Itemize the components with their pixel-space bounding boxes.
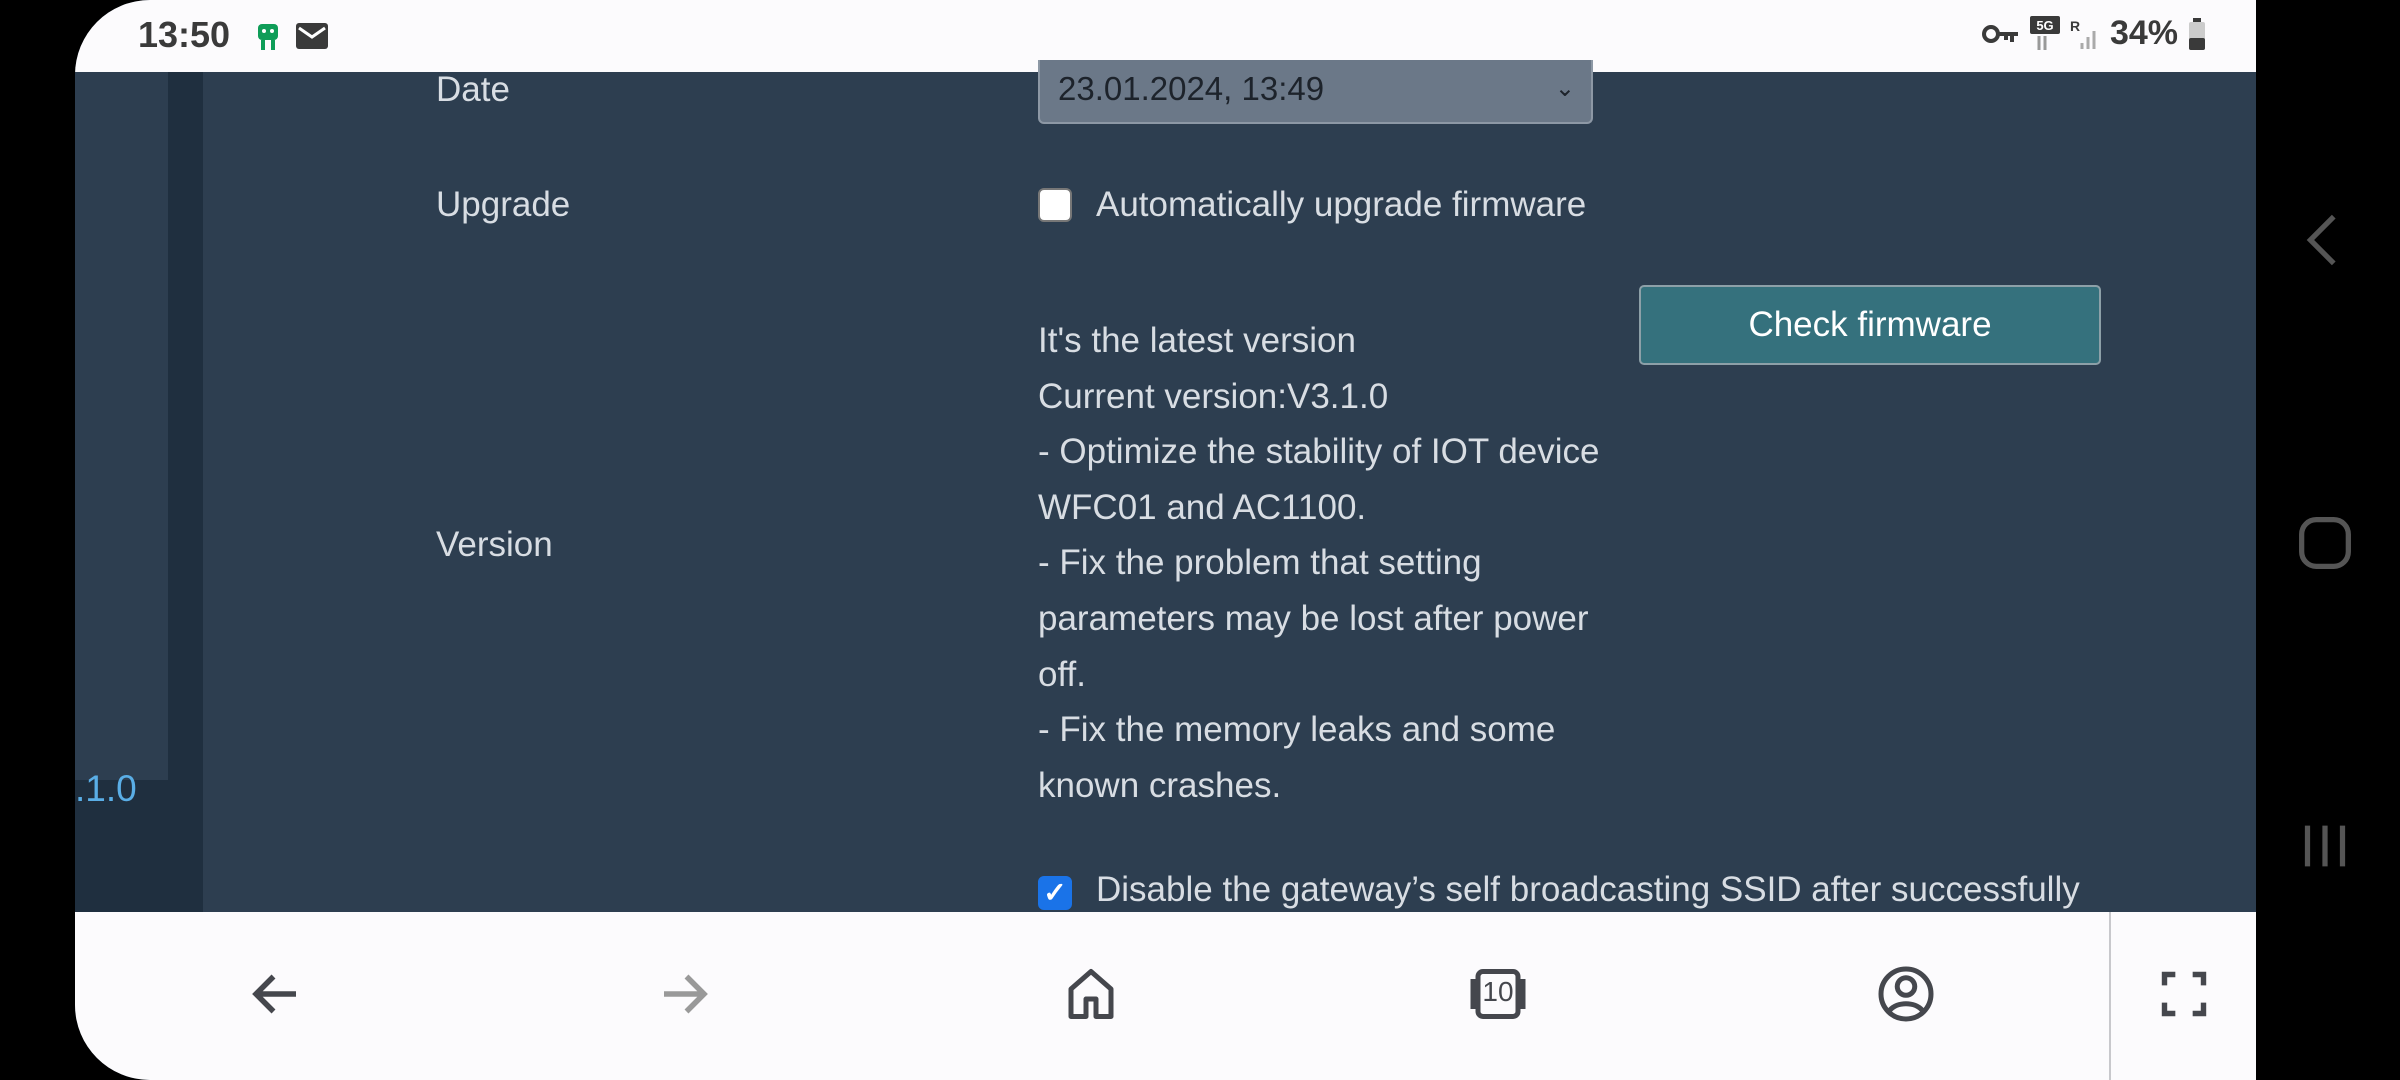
- system-recents-icon[interactable]: [2290, 811, 2360, 881]
- battery-percent: 34%: [2109, 14, 2178, 52]
- version-line: - Fix the memory leaks and some: [1038, 710, 1556, 750]
- version-notes: It's the latest version Current version:…: [1038, 313, 1638, 813]
- forward-arrow-icon[interactable]: [654, 964, 714, 1024]
- system-back-icon[interactable]: [2290, 205, 2360, 275]
- svg-text:5G: 5G: [2036, 18, 2053, 33]
- system-home-icon[interactable]: [2290, 508, 2360, 578]
- tab-count: 10: [1482, 976, 1514, 1007]
- signal-icon: R: [2070, 18, 2096, 49]
- disable-ssid-checkbox[interactable]: ✓: [1038, 876, 1072, 910]
- svg-text:R: R: [2070, 18, 2080, 34]
- chevron-down-icon: ⌄: [1554, 75, 1575, 102]
- version-line: - Fix the problem that setting: [1038, 543, 1482, 583]
- version-label: Version: [436, 525, 553, 564]
- toolbar-divider: [2109, 912, 2111, 1080]
- date-value: 23.01.2024, 13:49: [1058, 70, 1325, 107]
- version-line: parameters may be lost after power: [1038, 598, 1589, 638]
- back-arrow-icon[interactable]: [246, 964, 306, 1024]
- sidebar-panel: [75, 72, 168, 780]
- clock: 13:50: [138, 14, 231, 55]
- app-notification-icon: [258, 24, 278, 50]
- version-line: It's the latest version: [1038, 321, 1356, 360]
- version-line: WFC01 and AC1100.: [1038, 487, 1367, 527]
- date-select[interactable]: 23.01.2024, 13:49 ⌄: [1038, 60, 1593, 124]
- version-line: Current version:V3.1.0: [1038, 376, 1389, 416]
- battery-icon: [2189, 17, 2205, 50]
- fullscreen-icon[interactable]: [2158, 968, 2210, 1020]
- 5g-icon: 5G: [2029, 15, 2060, 50]
- version-line: - Optimize the stability of IOT device: [1038, 432, 1600, 472]
- home-icon[interactable]: [1061, 964, 1121, 1024]
- date-label: Date: [436, 70, 510, 109]
- account-icon[interactable]: [1876, 964, 1936, 1024]
- auto-upgrade-checkbox[interactable]: [1038, 188, 1072, 222]
- vpn-key-icon: [1981, 24, 2018, 43]
- disable-ssid-label: Disable the gateway’s self broadcasting …: [1096, 870, 2080, 909]
- browser-bottom-bar: 10: [75, 912, 2256, 1080]
- version-line: off.: [1038, 654, 1087, 694]
- auto-upgrade-label: Automatically upgrade firmware: [1096, 185, 1587, 224]
- tabs-button[interactable]: 10: [1468, 964, 1528, 1024]
- check-firmware-button[interactable]: Check firmware: [1639, 285, 2101, 365]
- upgrade-label: Upgrade: [436, 185, 571, 224]
- version-line: known crashes.: [1038, 765, 1282, 805]
- phone-screen: 13:50 5G R 34% .1.0 Date 23.01.2024, 13:…: [75, 0, 2256, 1080]
- sidebar-version-link[interactable]: .1.0: [75, 768, 137, 810]
- mail-icon: [296, 23, 328, 49]
